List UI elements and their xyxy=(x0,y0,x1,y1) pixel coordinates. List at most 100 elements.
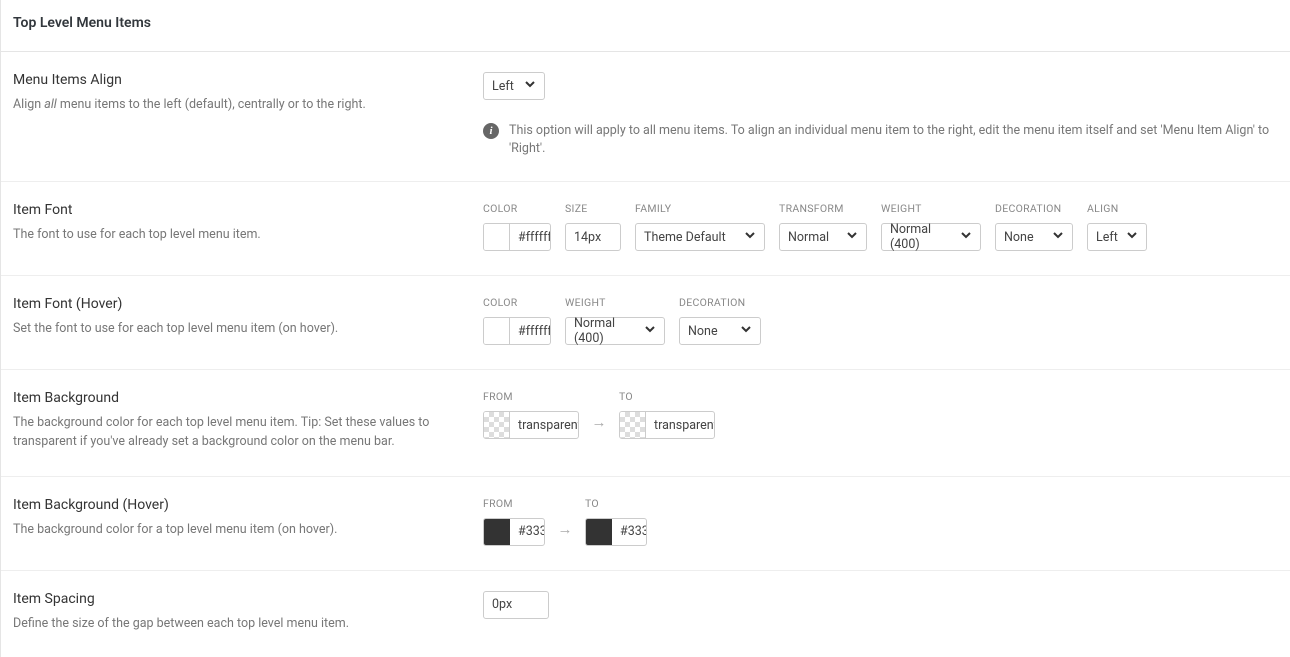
field-label: COLOR xyxy=(483,296,551,309)
font-weight-field: WEIGHT Normal (400) xyxy=(881,202,981,251)
setting-description: The font to use for each top level menu … xyxy=(13,226,463,245)
row-controls: FROM transparent → TO transparent xyxy=(483,390,1278,452)
row-menu-items-align: Menu Items Align Align all menu items to… xyxy=(1,52,1290,182)
field-label: DECORATION xyxy=(995,202,1073,215)
field-label: WEIGHT xyxy=(565,296,665,309)
field-label: ALIGN xyxy=(1087,202,1147,215)
font-hover-decoration-select[interactable]: None xyxy=(679,317,761,345)
row-label-area: Item Font The font to use for each top l… xyxy=(13,202,483,251)
font-hover-weight-field: WEIGHT Normal (400) xyxy=(565,296,665,345)
row-label-area: Item Background (Hover) The background c… xyxy=(13,497,483,546)
row-item-spacing: Item Spacing Define the size of the gap … xyxy=(1,571,1290,657)
setting-title: Item Background (Hover) xyxy=(13,497,463,513)
font-hover-weight-select[interactable]: Normal (400) xyxy=(565,317,665,345)
row-item-font: Item Font The font to use for each top l… xyxy=(1,182,1290,276)
font-hover-color-input[interactable]: #ffffff xyxy=(483,317,551,345)
menu-align-select[interactable]: Left xyxy=(483,72,545,100)
info-notice: i This option will apply to all menu ite… xyxy=(483,122,1278,157)
row-label-area: Item Spacing Define the size of the gap … xyxy=(13,591,483,634)
select-value: None xyxy=(688,324,718,339)
row-controls: FROM #333 → TO #333 xyxy=(483,497,1278,546)
setting-description: The background color for each top level … xyxy=(13,414,463,452)
color-swatch-transparent xyxy=(484,412,510,438)
font-size-field: SIZE 14px xyxy=(565,202,621,251)
row-controls: COLOR #ffffff WEIGHT Normal (400) DECORA… xyxy=(483,296,1278,345)
font-hover-color-field: COLOR #ffffff xyxy=(483,296,551,345)
select-value: None xyxy=(1004,230,1034,245)
color-swatch xyxy=(484,519,510,545)
row-item-font-hover: Item Font (Hover) Set the font to use fo… xyxy=(1,276,1290,370)
field-label: TO xyxy=(585,497,647,510)
bg-to-field: TO transparent xyxy=(619,390,715,439)
bg-to-input[interactable]: transparent xyxy=(619,411,715,439)
field-label: FROM xyxy=(483,497,545,510)
field-label: FROM xyxy=(483,390,579,403)
field-label: SIZE xyxy=(565,202,621,215)
select-value: Left xyxy=(1096,230,1118,245)
chevron-down-icon xyxy=(1052,229,1064,245)
color-value: #ffffff xyxy=(510,324,551,339)
font-color-field: COLOR #ffffff xyxy=(483,202,551,251)
color-value: #333 xyxy=(510,524,545,539)
section-title: Top Level Menu Items xyxy=(13,15,1278,31)
row-label-area: Item Background The background color for… xyxy=(13,390,483,452)
font-decoration-field: DECORATION None xyxy=(995,202,1073,251)
setting-title: Menu Items Align xyxy=(13,72,463,88)
setting-title: Item Font (Hover) xyxy=(13,296,463,312)
field-label: TRANSFORM xyxy=(779,202,867,215)
settings-panel: Top Level Menu Items Menu Items Align Al… xyxy=(0,0,1290,657)
select-value: Theme Default xyxy=(644,230,726,245)
font-weight-select[interactable]: Normal (400) xyxy=(881,223,981,251)
chevron-down-icon xyxy=(960,229,972,245)
setting-description: Align all menu items to the left (defaul… xyxy=(13,96,463,115)
font-align-field: ALIGN Left xyxy=(1087,202,1147,251)
font-transform-select[interactable]: Normal xyxy=(779,223,867,251)
row-item-background-hover: Item Background (Hover) The background c… xyxy=(1,477,1290,571)
setting-title: Item Font xyxy=(13,202,463,218)
color-swatch-transparent xyxy=(620,412,646,438)
font-transform-field: TRANSFORM Normal xyxy=(779,202,867,251)
row-controls: COLOR #ffffff SIZE 14px FAMILY Theme Def xyxy=(483,202,1278,251)
row-label-area: Item Font (Hover) Set the font to use fo… xyxy=(13,296,483,345)
font-align-select[interactable]: Left xyxy=(1087,223,1147,251)
bg-from-field: FROM transparent xyxy=(483,390,579,439)
chevron-down-icon xyxy=(524,78,536,94)
bg-from-input[interactable]: transparent xyxy=(483,411,579,439)
arrow-right-icon: → xyxy=(589,408,609,436)
font-color-input[interactable]: #ffffff xyxy=(483,223,551,251)
bg-hover-from-input[interactable]: #333 xyxy=(483,518,545,546)
row-controls: Left i This option will apply to all men… xyxy=(483,72,1278,157)
font-size-input[interactable]: 14px xyxy=(565,223,621,251)
setting-title: Item Spacing xyxy=(13,591,463,607)
bg-hover-from-field: FROM #333 xyxy=(483,497,545,546)
field-label: DECORATION xyxy=(679,296,761,309)
color-value: #ffffff xyxy=(510,230,551,245)
color-value: transparent xyxy=(510,418,579,433)
info-icon: i xyxy=(483,123,499,139)
chevron-down-icon xyxy=(744,229,756,245)
info-text: This option will apply to all menu items… xyxy=(509,122,1278,157)
color-value: transparent xyxy=(646,418,715,433)
chevron-down-icon xyxy=(846,229,858,245)
setting-description: The background color for a top level men… xyxy=(13,521,463,540)
field-label: COLOR xyxy=(483,202,551,215)
row-item-background: Item Background The background color for… xyxy=(1,370,1290,477)
color-swatch xyxy=(484,224,510,250)
font-family-select[interactable]: Theme Default xyxy=(635,223,765,251)
chevron-down-icon xyxy=(644,323,656,339)
font-decoration-select[interactable]: None xyxy=(995,223,1073,251)
select-value: Normal xyxy=(788,230,829,245)
item-spacing-input[interactable]: 0px xyxy=(483,591,549,619)
bg-hover-to-input[interactable]: #333 xyxy=(585,518,647,546)
select-value: Normal (400) xyxy=(890,222,952,252)
field-label: WEIGHT xyxy=(881,202,981,215)
setting-description: Set the font to use for each top level m… xyxy=(13,320,463,339)
color-swatch xyxy=(586,519,612,545)
section-header: Top Level Menu Items xyxy=(1,0,1290,52)
color-swatch xyxy=(484,318,510,344)
field-label: FAMILY xyxy=(635,202,765,215)
select-value: Normal (400) xyxy=(574,316,636,346)
row-controls: 0px xyxy=(483,591,1278,634)
row-label-area: Menu Items Align Align all menu items to… xyxy=(13,72,483,157)
font-hover-decoration-field: DECORATION None xyxy=(679,296,761,345)
